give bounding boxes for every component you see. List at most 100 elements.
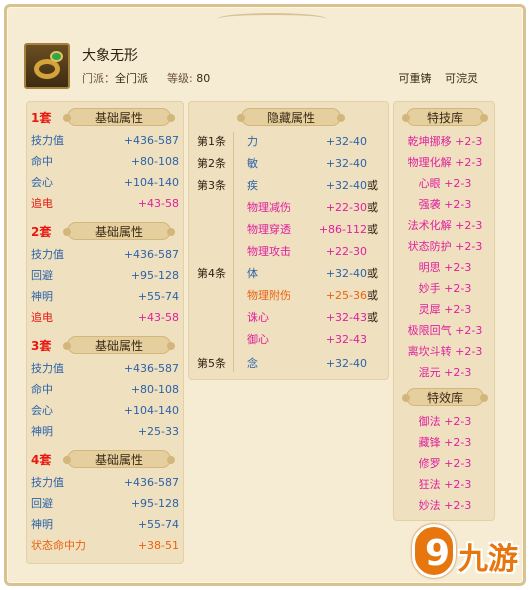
skill-item: 混元 +2-3 [418, 366, 472, 379]
attr-name: 神明 [31, 425, 53, 438]
effect-item: 狂法 +2-3 [418, 478, 472, 491]
watermark-glyph: 9 [425, 533, 451, 574]
attr-value: +80-108 [130, 155, 179, 168]
hidden-attrs-banner: 隐藏属性 [237, 108, 345, 126]
skill-item: 法术化解 +2-3 [407, 219, 483, 232]
wash-button[interactable]: 可浣灵 [445, 72, 478, 85]
or-text: 或 [367, 179, 378, 192]
set-4-label: 4套 [31, 453, 52, 467]
hidden-attr-row: 第1条 力 +32-40 [189, 133, 389, 151]
set-1-header: 1套 基础属性 [31, 108, 181, 128]
attr-row: 神明 +55-74 [31, 516, 179, 534]
hidden-attr-row: 物理附伤 +25-36 或 [189, 287, 389, 305]
effect-item: 藏锋 +2-3 [418, 436, 472, 449]
attr-value: +80-108 [130, 383, 179, 396]
hidden-attr-name: 敏 [247, 157, 258, 170]
or-text: 或 [367, 311, 378, 324]
skill-item: 妙手 +2-3 [418, 282, 472, 295]
set-4-header: 4套 基础属性 [31, 450, 181, 470]
attr-name: 命中 [31, 155, 53, 168]
attr-row: 回避 +95-128 [31, 495, 179, 513]
attr-name: 会心 [31, 176, 53, 189]
attr-value: +436-587 [123, 248, 179, 261]
attr-name: 追电 [31, 197, 53, 210]
jiuyou-watermark-logo: 9 九游 [412, 520, 522, 582]
skill-item: 心眼 +2-3 [418, 177, 472, 190]
set-1-label: 1套 [31, 111, 52, 125]
hidden-attr-row: 物理攻击 +22-30 [189, 243, 389, 261]
hidden-attr-value: +32-43 [325, 311, 367, 324]
ring-gem [50, 51, 63, 62]
attr-name: 技力值 [31, 134, 64, 147]
attr-name: 会心 [31, 404, 53, 417]
hidden-attr-row: 第4条 体 +32-40 或 [189, 265, 389, 283]
reforge-button[interactable]: 可重铸 [399, 72, 432, 85]
attr-value: +436-587 [123, 476, 179, 489]
hidden-attr-name: 物理穿透 [247, 223, 291, 236]
row-index-label: 第4条 [197, 267, 226, 280]
base-attrs-banner: 基础属性 [63, 336, 175, 354]
hidden-attr-name: 体 [247, 267, 258, 280]
hidden-attr-row: 第5条 念 +32-40 [189, 355, 389, 373]
attr-value: +38-51 [137, 539, 179, 552]
attr-name: 回避 [31, 497, 53, 510]
hidden-attr-row: 物理穿透 +86-112 或 [189, 221, 389, 239]
attr-row: 回避 +95-128 [31, 267, 179, 285]
hidden-attr-name: 念 [247, 357, 258, 370]
hidden-attr-name: 诛心 [247, 311, 269, 324]
hidden-attr-name: 物理附伤 [247, 289, 291, 302]
set-2-header: 2套 基础属性 [31, 222, 181, 242]
skill-item: 乾坤挪移 +2-3 [407, 135, 483, 148]
attr-row: 命中 +80-108 [31, 153, 179, 171]
attr-row: 追电 +43-58 [31, 309, 179, 327]
ring-band [34, 59, 60, 79]
hidden-attr-value: +25-36 [325, 289, 367, 302]
item-name: 大象无形 [82, 48, 138, 64]
base-attrs-banner: 基础属性 [63, 108, 175, 126]
hidden-attr-value: +32-40 [325, 179, 367, 192]
attr-name: 命中 [31, 383, 53, 396]
skill-item: 状态防护 +2-3 [407, 240, 483, 253]
attr-value: +436-587 [123, 362, 179, 375]
hidden-attr-value: +22-30 [325, 201, 367, 214]
skill-library-banner: 特技库 [402, 108, 488, 126]
attr-row: 状态命中力 +38-51 [31, 537, 179, 555]
attr-name: 技力值 [31, 248, 64, 261]
attr-value: +55-74 [137, 290, 179, 303]
row-index-label: 第3条 [197, 179, 226, 192]
attr-value: +95-128 [130, 497, 179, 510]
attr-name: 状态命中力 [31, 539, 86, 552]
attr-row: 会心 +104-140 [31, 174, 179, 192]
row-index-label: 第1条 [197, 135, 226, 148]
hidden-attr-name: 物理攻击 [247, 245, 291, 258]
hidden-attr-name: 力 [247, 135, 258, 148]
row-index-label: 第2条 [197, 157, 226, 170]
skill-item: 灵犀 +2-3 [418, 303, 472, 316]
skill-item: 强袭 +2-3 [418, 198, 472, 211]
attr-value: +55-74 [137, 518, 179, 531]
attr-row: 会心 +104-140 [31, 402, 179, 420]
attr-name: 技力值 [31, 476, 64, 489]
attr-name: 技力值 [31, 362, 64, 375]
hidden-attrs-panel: 隐藏属性 第1条力 +32-40 第2条敏 +32-40 第3条疾 +32-40 或 物… [188, 101, 389, 380]
attr-name: 神明 [31, 290, 53, 303]
effect-item: 修罗 +2-3 [418, 457, 472, 470]
effect-item: 妙法 +2-3 [418, 499, 472, 512]
skill-item: 明思 +2-3 [418, 261, 472, 274]
school-label: 门派： [82, 72, 115, 85]
hidden-attr-value: +32-40 [325, 267, 367, 280]
watermark-text: 九游 [458, 542, 518, 577]
hidden-attr-value: +86-112 [318, 223, 367, 236]
item-meta: 门派：全门派 等级: 80 [82, 70, 210, 86]
or-text: 或 [367, 201, 378, 214]
hidden-attr-row: 诛心 +32-43 或 [189, 309, 389, 327]
attr-row: 技力值 +436-587 [31, 474, 179, 492]
attr-row: 命中 +80-108 [31, 381, 179, 399]
hidden-attr-value: +32-40 [325, 157, 367, 170]
watermark-badge: 9 [412, 524, 456, 578]
attr-name: 神明 [31, 518, 53, 531]
attr-value: +43-58 [137, 197, 179, 210]
attr-row: 技力值 +436-587 [31, 246, 179, 264]
item-actions: 可重铸 可浣灵 [389, 70, 479, 86]
hidden-attr-value: +32-43 [325, 333, 367, 346]
